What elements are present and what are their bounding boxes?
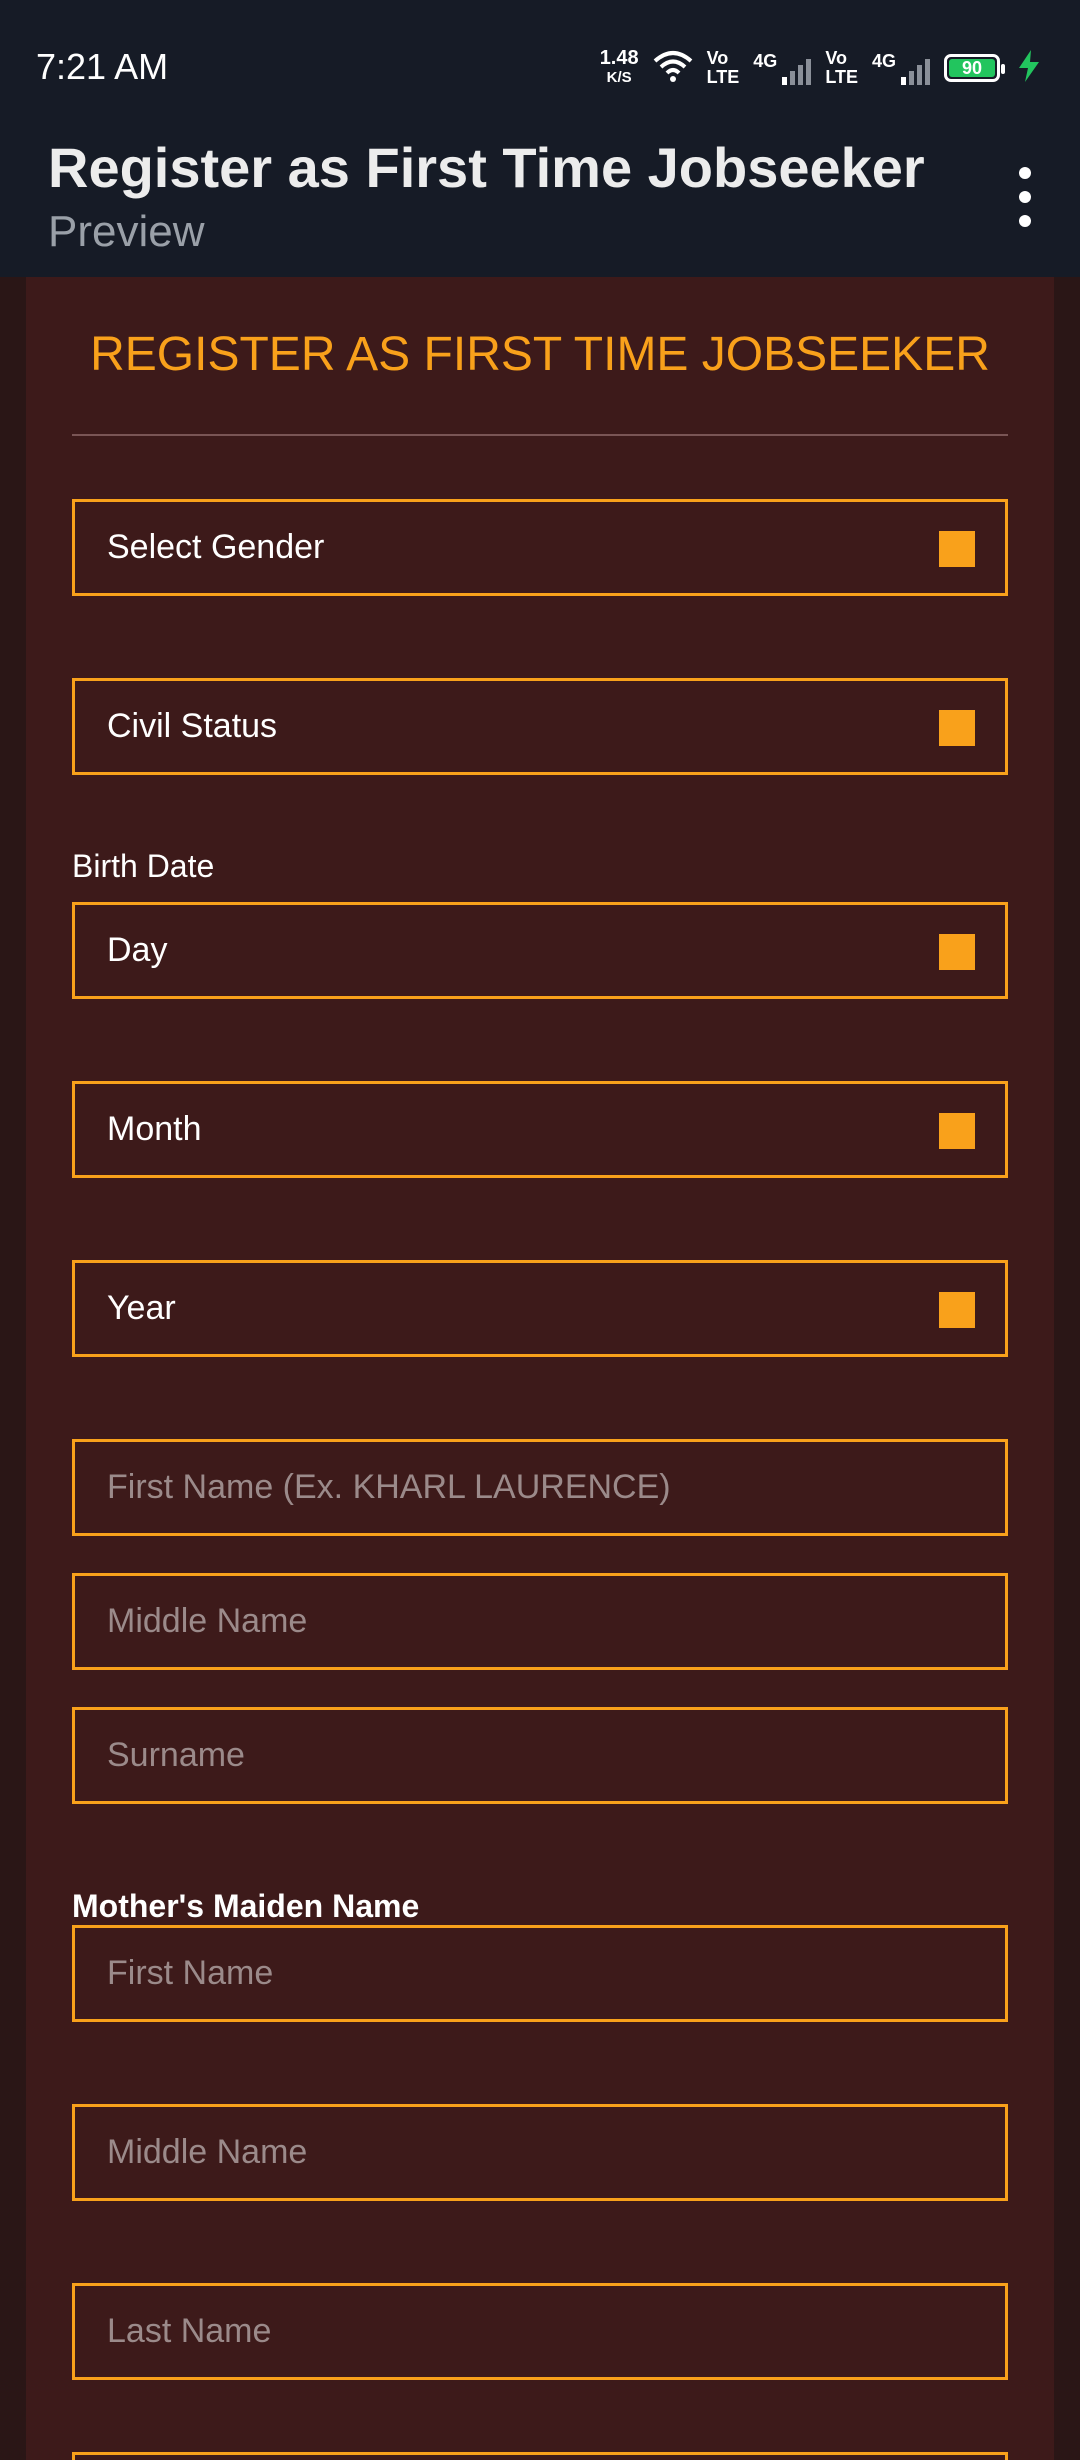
- dropdown-indicator-icon: [939, 531, 975, 567]
- form-heading: REGISTER AS FIRST TIME JOBSEEKER: [90, 328, 990, 381]
- volte-top-1: Vo: [706, 48, 729, 68]
- maiden-first-name-placeholder: First Name: [107, 1954, 274, 1992]
- page-title: Register as First Time Jobseeker: [48, 136, 925, 199]
- app-bar: Register as First Time Jobseeker Preview: [0, 135, 1080, 277]
- dropdown-indicator-icon: [939, 934, 975, 970]
- network-type-1: 4G: [753, 51, 778, 71]
- wifi-icon: [653, 49, 693, 88]
- year-select-value: Year: [107, 1289, 176, 1327]
- charging-bolt-icon: [1018, 49, 1040, 87]
- day-select-value: Day: [107, 931, 168, 969]
- more-options-icon[interactable]: [1010, 167, 1040, 227]
- middle-name-placeholder: Middle Name: [107, 1602, 308, 1640]
- birth-date-label: Birth Date: [72, 848, 215, 884]
- next-field-partial[interactable]: [72, 2452, 1008, 2460]
- volte-indicator-1: Vo LTE: [707, 49, 740, 87]
- maiden-first-name-input[interactable]: First Name: [72, 1925, 1008, 2022]
- surname-input[interactable]: Surname: [72, 1707, 1008, 1804]
- gender-select[interactable]: Select Gender: [72, 499, 1008, 596]
- maiden-middle-name-placeholder: Middle Name: [107, 2133, 308, 2171]
- form-container: REGISTER AS FIRST TIME JOBSEEKER Select …: [26, 277, 1054, 2460]
- first-name-input[interactable]: First Name (Ex. KHARL LAURENCE): [72, 1439, 1008, 1536]
- day-select[interactable]: Day: [72, 902, 1008, 999]
- maiden-last-name-placeholder: Last Name: [107, 2312, 272, 2350]
- first-name-placeholder: First Name (Ex. KHARL LAURENCE): [107, 1468, 671, 1506]
- network-type-2: 4G: [871, 51, 896, 71]
- status-icons: 1.48 K/S Vo LTE 4G Vo LTE 4G 90: [600, 44, 1040, 92]
- month-select-value: Month: [107, 1110, 202, 1148]
- divider: [72, 434, 1008, 436]
- civil-status-select-value: Civil Status: [107, 707, 278, 745]
- battery-icon: 90: [944, 54, 1005, 82]
- maiden-middle-name-input[interactable]: Middle Name: [72, 2104, 1008, 2201]
- clock: 7:21 AM: [36, 46, 169, 87]
- network-speed: 1.48 K/S: [600, 48, 639, 88]
- middle-name-input[interactable]: Middle Name: [72, 1573, 1008, 1670]
- battery-level: 90: [949, 58, 995, 78]
- dropdown-indicator-icon: [939, 1292, 975, 1328]
- signal-icon-2: 4G: [872, 51, 930, 85]
- gender-select-value: Select Gender: [107, 528, 325, 566]
- surname-placeholder: Surname: [107, 1736, 245, 1774]
- volte-bottom-2: LTE: [825, 67, 858, 87]
- maiden-last-name-input[interactable]: Last Name: [72, 2283, 1008, 2380]
- dropdown-indicator-icon: [939, 1113, 975, 1149]
- month-select[interactable]: Month: [72, 1081, 1008, 1178]
- volte-top-2: Vo: [825, 48, 847, 68]
- volte-bottom-1: LTE: [706, 67, 740, 87]
- status-bar: 7:21 AM 1.48 K/S Vo LTE 4G Vo LTE 4G 90: [0, 0, 1080, 135]
- speed-unit: K/S: [606, 69, 632, 86]
- year-select[interactable]: Year: [72, 1260, 1008, 1357]
- mothers-maiden-name-label: Mother's Maiden Name: [72, 1888, 420, 1924]
- dropdown-indicator-icon: [939, 710, 975, 746]
- signal-icon: 4G: [753, 51, 812, 85]
- civil-status-select[interactable]: Civil Status: [72, 678, 1008, 775]
- speed-value: 1.48: [599, 47, 639, 69]
- page-subtitle: Preview: [48, 207, 205, 256]
- volte-indicator-2: Vo LTE: [825, 49, 858, 87]
